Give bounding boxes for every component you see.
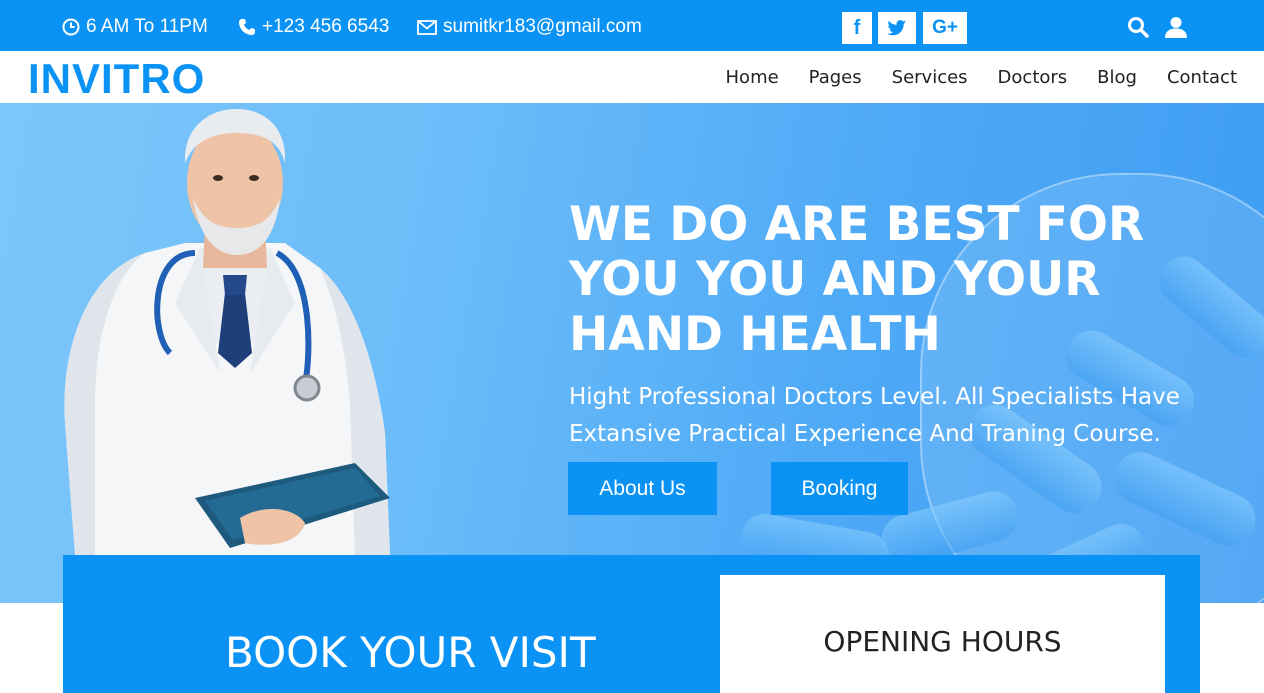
opening-hours-title: OPENING HOURS <box>823 625 1062 658</box>
google-plus-button[interactable]: G+ <box>923 12 967 44</box>
search-icon <box>1128 17 1149 38</box>
hero-headline: WE DO ARE BEST FOR YOU YOU AND YOUR HAND… <box>569 197 1145 362</box>
phone-text: +123 456 6543 <box>262 16 390 37</box>
nav-pages[interactable]: Pages <box>809 67 862 89</box>
google-plus-icon: G+ <box>932 17 958 38</box>
hours-info: 6 AM To 11PM <box>62 16 208 38</box>
twitter-button[interactable] <box>878 12 916 44</box>
nav-services[interactable]: Services <box>892 67 968 89</box>
facebook-button[interactable]: f <box>842 12 872 44</box>
main-navbar: INVITRO Home Pages Services Doctors Blog… <box>0 51 1264 103</box>
opening-hours-card: OPENING HOURS <box>720 575 1165 693</box>
clock-icon <box>62 18 80 36</box>
twitter-icon <box>887 19 907 35</box>
facebook-icon: f <box>853 16 861 39</box>
user-button[interactable] <box>1164 16 1188 43</box>
top-bar: 6 AM To 11PM +123 456 6543 sumitkr183@gm… <box>0 0 1264 51</box>
nav-blog[interactable]: Blog <box>1097 67 1137 89</box>
nav-home[interactable]: Home <box>726 67 779 89</box>
site-logo[interactable]: INVITRO <box>28 57 205 101</box>
nav-doctors[interactable]: Doctors <box>998 67 1068 89</box>
about-us-button[interactable]: About Us <box>568 462 717 515</box>
hours-text: 6 AM To 11PM <box>86 16 208 37</box>
email-text: sumitkr183@gmail.com <box>443 16 642 37</box>
mail-icon <box>417 19 437 35</box>
book-visit-title: BOOK YOUR VISIT <box>225 628 596 677</box>
nav-contact[interactable]: Contact <box>1167 67 1237 89</box>
booking-button[interactable]: Booking <box>771 462 908 515</box>
hero-banner: WE DO ARE BEST FOR YOU YOU AND YOUR HAND… <box>0 103 1264 603</box>
book-visit-panel: BOOK YOUR VISIT OPENING HOURS <box>63 555 1200 693</box>
nav-links: Home Pages Services Doctors Blog Contact <box>696 67 1237 89</box>
user-icon <box>1165 17 1187 38</box>
search-button[interactable] <box>1127 16 1149 43</box>
phone-info[interactable]: +123 456 6543 <box>238 16 389 38</box>
doctor-image <box>64 108 390 555</box>
email-info[interactable]: sumitkr183@gmail.com <box>417 16 642 38</box>
phone-icon <box>239 19 255 35</box>
hero-subtext: Hight Professional Doctors Level. All Sp… <box>569 384 1180 447</box>
